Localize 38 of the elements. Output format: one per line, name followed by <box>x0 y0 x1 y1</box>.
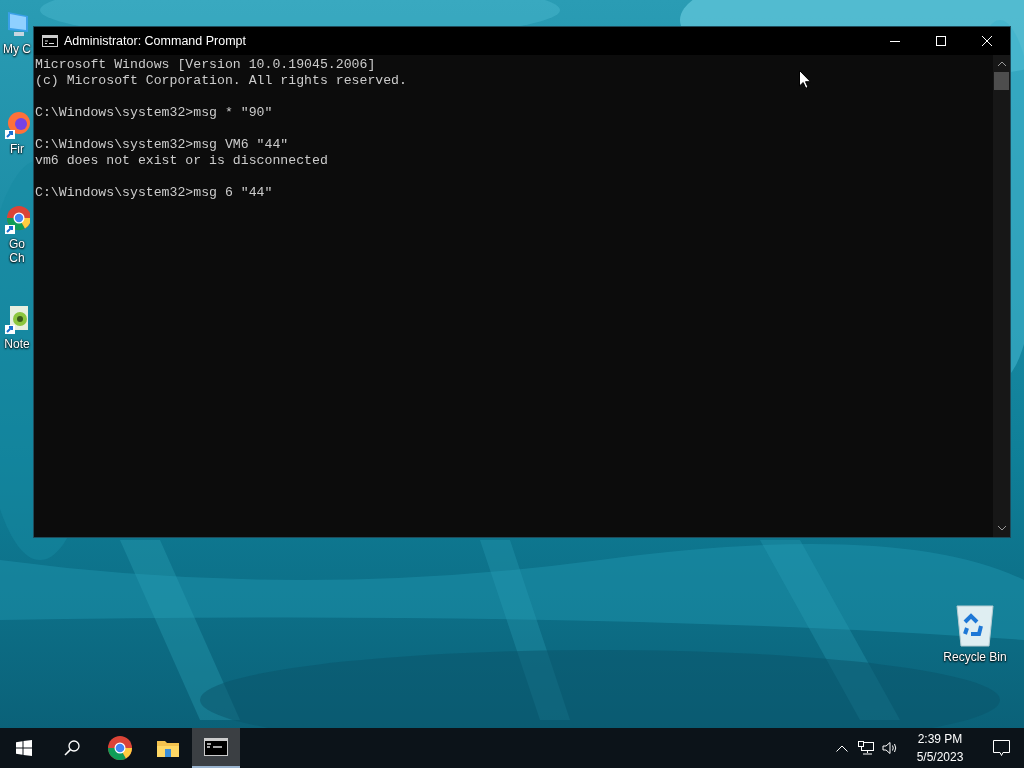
close-icon <box>982 36 992 46</box>
clock[interactable]: 2:39 PM 5/5/2023 <box>902 730 978 766</box>
command-prompt-icon <box>42 35 58 47</box>
scrollbar[interactable] <box>993 55 1010 537</box>
recycle-bin-icon <box>953 602 997 648</box>
clock-date: 5/5/2023 <box>916 749 964 766</box>
desktop-icon-label[interactable]: Recycle Bin <box>943 650 1007 664</box>
window-title: Administrator: Command Prompt <box>64 34 247 48</box>
desktop-icon-label[interactable]: Fir <box>10 142 24 156</box>
console-line: C:\Windows\system32>msg VM6 "44" <box>35 137 289 153</box>
console-line: vm6 does not exist or is disconnected <box>35 153 328 169</box>
command-prompt-icon <box>204 738 228 756</box>
desktop-icon-label[interactable]: My C <box>3 42 31 56</box>
scroll-thumb[interactable] <box>994 72 1009 90</box>
cursor-icon <box>799 70 811 89</box>
search-icon <box>64 740 80 756</box>
desktop-icon-label[interactable]: Ch <box>9 251 25 265</box>
folder-icon <box>157 739 179 757</box>
network-icon <box>858 741 874 755</box>
windows-logo-icon <box>16 740 32 756</box>
desktop-icon-label[interactable]: Note <box>4 337 30 351</box>
taskbar-button[interactable] <box>192 728 240 768</box>
chrome-icon <box>4 205 30 235</box>
volume-icon <box>882 741 898 755</box>
scroll-down-icon <box>997 526 1006 531</box>
notification-icon[interactable] <box>992 739 1010 757</box>
chrome-icon <box>108 736 132 760</box>
console-line: Microsoft Windows [Version 10.0.19045.2006] <box>35 57 376 73</box>
console-line: (c) Microsoft Corporation. All rights reserved. <box>35 73 407 89</box>
firefox-icon <box>4 110 30 140</box>
scroll-up-icon <box>997 61 1006 66</box>
desktop-icon-label[interactable]: Go <box>9 237 25 251</box>
chevron-up-icon <box>836 744 848 752</box>
console-line: C:\Windows\system32>msg * "90" <box>35 105 273 121</box>
maximize-icon <box>936 36 946 46</box>
clock-time: 2:39 PM <box>917 731 963 748</box>
console-line: C:\Windows\system32>msg 6 "44" <box>35 185 273 201</box>
notepad-icon <box>4 305 30 335</box>
